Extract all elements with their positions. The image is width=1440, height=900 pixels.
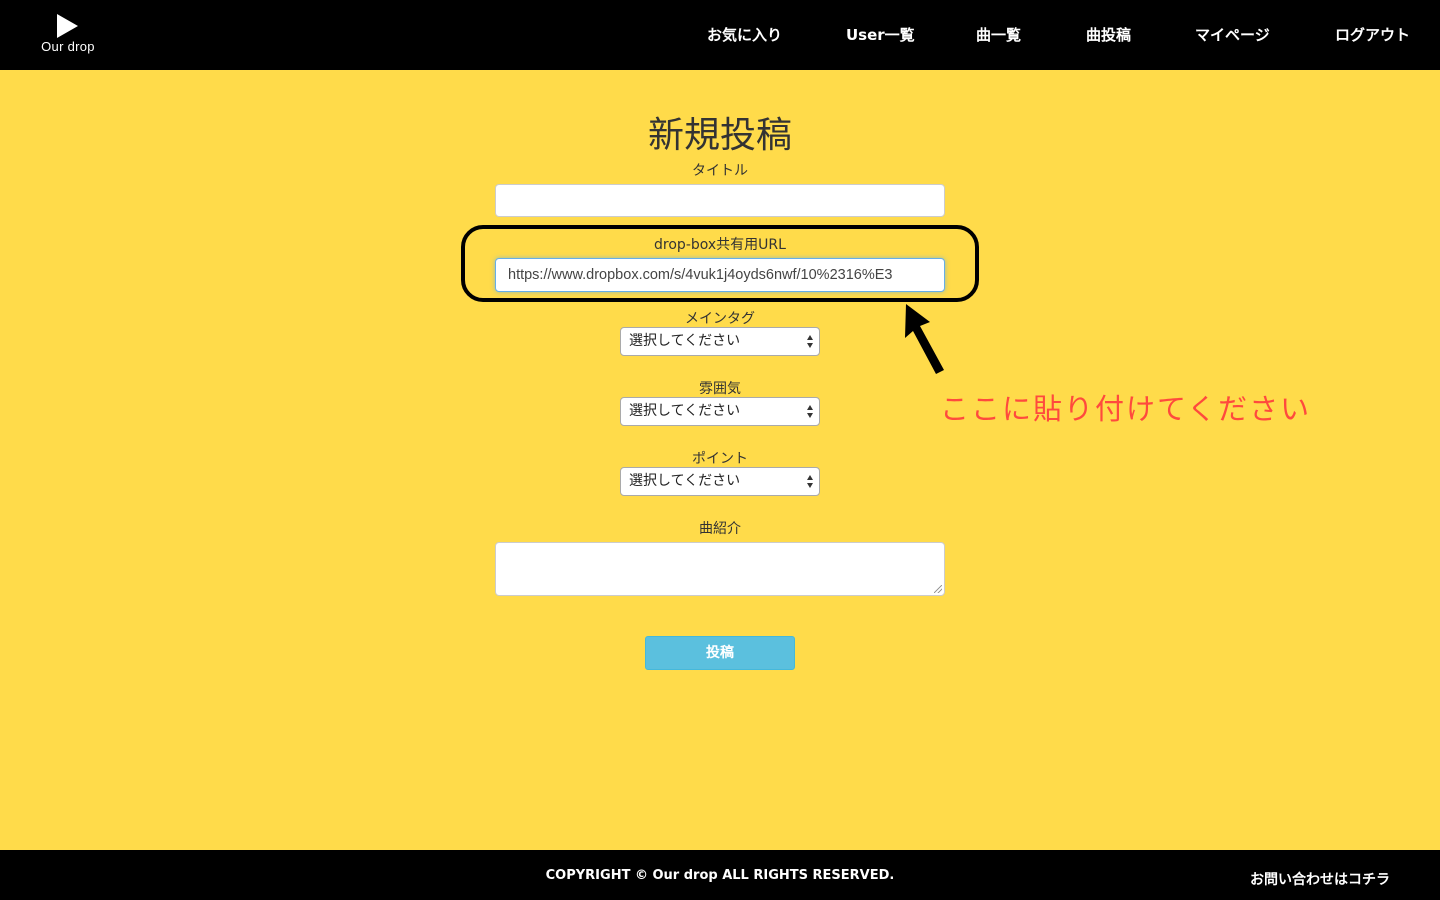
select-arrows-icon (807, 405, 815, 419)
submit-button[interactable]: 投稿 (645, 636, 795, 670)
nav-post-song[interactable]: 曲投稿 (1086, 24, 1131, 46)
dropbox-url-input[interactable]: https://www.dropbox.com/s/4vuk1j4oyds6nw… (495, 258, 945, 292)
header: Our drop お気に入り User一覧 曲一覧 曲投稿 マイページ ログアウ… (0, 0, 1440, 70)
nav-favorites[interactable]: お気に入り (707, 24, 782, 46)
point-selected-value: 選択してください (629, 473, 741, 489)
select-arrows-icon (807, 475, 815, 489)
main-tag-label: メインタグ (685, 311, 755, 327)
intro-label: 曲紹介 (699, 521, 741, 537)
nav-users[interactable]: User一覧 (846, 24, 915, 46)
main-tag-selected-value: 選択してください (629, 333, 741, 349)
point-select[interactable]: 選択してください (620, 467, 820, 496)
page-title: 新規投稿 (647, 115, 792, 156)
select-arrows-icon (807, 335, 815, 349)
mood-selected-value: 選択してください (629, 403, 741, 419)
contact-link[interactable]: お問い合わせはコチラ (1250, 869, 1390, 889)
intro-textarea[interactable] (495, 542, 945, 596)
title-input[interactable] (495, 184, 945, 217)
logo-link[interactable]: Our drop (36, 12, 100, 58)
title-label: タイトル (692, 163, 748, 179)
play-icon (57, 14, 78, 38)
resize-handle-icon[interactable] (934, 585, 942, 593)
url-label: drop-box共有用URL (654, 237, 786, 253)
point-label: ポイント (692, 451, 748, 467)
logo-text: Our drop (41, 39, 95, 54)
nav-songs[interactable]: 曲一覧 (976, 24, 1021, 46)
mood-select[interactable]: 選択してください (620, 397, 820, 426)
annotation-text: ここに貼り付けてください (940, 392, 1312, 426)
copyright-text: COPYRIGHT © Our drop ALL RIGHTS RESERVED… (545, 868, 895, 883)
mood-label: 雰囲気 (699, 381, 741, 397)
main-tag-select[interactable]: 選択してください (620, 327, 820, 356)
footer: COPYRIGHT © Our drop ALL RIGHTS RESERVED… (0, 850, 1440, 900)
nav-logout[interactable]: ログアウト (1335, 24, 1410, 46)
nav-mypage[interactable]: マイページ (1195, 24, 1270, 46)
